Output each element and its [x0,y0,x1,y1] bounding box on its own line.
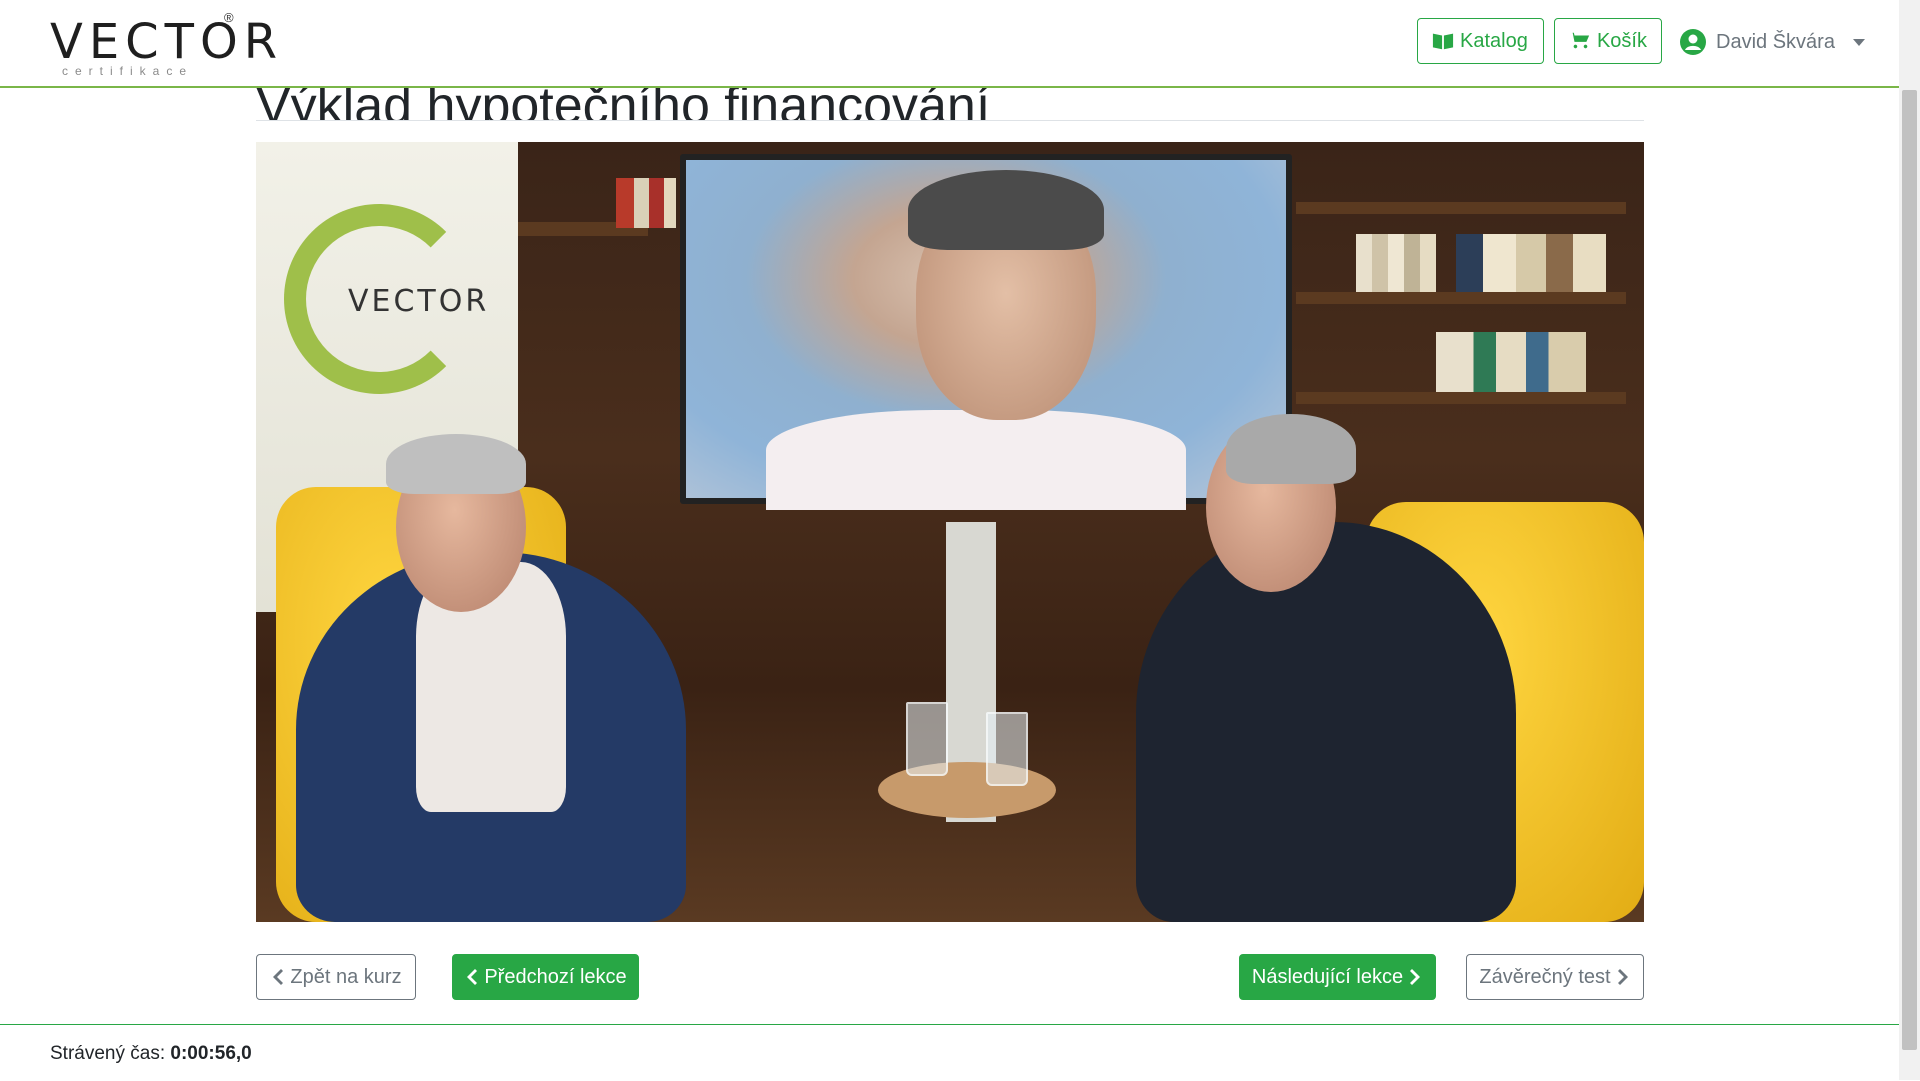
chevron-left-icon [467,969,478,985]
chevron-right-icon [1617,969,1628,985]
books [1356,234,1436,292]
katalog-button[interactable]: Katalog [1417,18,1544,64]
chevron-left-icon [273,969,284,985]
water-glass [986,712,1028,786]
chevron-right-icon [1410,969,1421,985]
time-spent-value: 0:00:56,0 [170,1043,252,1064]
back-to-course-button[interactable]: Zpět na kurz [256,954,416,1000]
time-spent-label: Strávený čas: [50,1043,166,1064]
bookshelf-right-lower [1296,392,1626,404]
user-name: David Škvára [1716,30,1835,53]
remote-guest-hair [908,170,1104,250]
vertical-scrollbar[interactable] [1899,0,1920,1080]
previous-lesson-label: Předchozí lekce [484,965,627,988]
time-spent: Strávený čas: 0:00:56,0 [50,1043,252,1065]
final-test-button[interactable]: Závěrečný test [1466,954,1644,1000]
book-icon [1432,33,1454,50]
previous-lesson-button[interactable]: Předchozí lekce [452,954,639,1000]
side-table [878,762,1056,818]
logo-word: VECTOR [50,14,284,70]
guest-right [1136,522,1516,922]
water-glass [906,702,948,776]
logo-registered-mark: ® [224,10,234,25]
tv-screen [680,154,1292,510]
bookshelf-right-middle [1296,292,1626,304]
kosik-button[interactable]: Košík [1554,18,1662,64]
lesson-video[interactable]: VECTOR [256,142,1644,922]
back-to-course-label: Zpět na kurz [290,965,402,988]
remote-guest-shirt [766,410,1186,510]
top-navbar: VECTOR ® certifikace Katalog Košík David… [0,0,1899,88]
final-test-label: Závěrečný test [1479,965,1611,988]
user-menu[interactable]: David Škvára [1680,24,1865,60]
next-lesson-button[interactable]: Následující lekce [1239,954,1436,1000]
books [1456,234,1606,292]
chevron-down-icon [1852,38,1865,46]
books [616,178,676,228]
logo-subtitle: certifikace [62,64,194,78]
cart-icon [1569,32,1590,49]
scrollbar-thumb[interactable] [1902,90,1917,1050]
host-hair [386,434,526,494]
bookshelf-right-top [1296,202,1626,214]
kosik-label: Košík [1596,29,1647,52]
vector-logo[interactable]: VECTOR ® certifikace [50,10,277,80]
footer: Strávený čas: 0:00:56,0 [0,1024,1899,1081]
tv-picture [686,160,1286,510]
guest-hair [1226,414,1356,484]
books [1436,332,1586,392]
katalog-label: Katalog [1460,29,1528,52]
next-lesson-label: Následující lekce [1251,965,1404,988]
user-circle-icon [1680,29,1706,55]
banner-logo-text: VECTOR [348,284,490,319]
